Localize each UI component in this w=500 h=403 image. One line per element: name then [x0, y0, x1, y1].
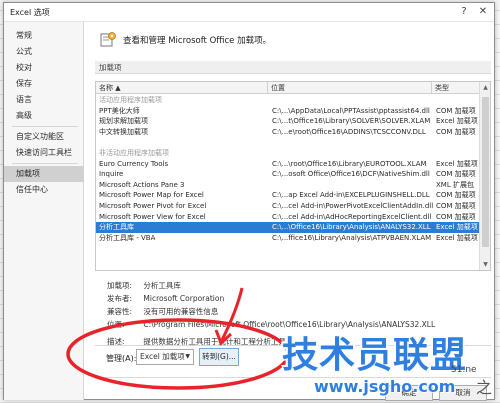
detail-addin: 加载项: 分析工具库	[107, 280, 181, 291]
addin-name-cell: PPT美化大师	[99, 106, 140, 115]
table-header: 名称 ▲ 位置 类型	[96, 82, 490, 94]
column-header-location[interactable]: 位置	[268, 82, 432, 94]
scroll-thumb[interactable]	[482, 97, 489, 247]
addin-name-cell: 活动应用程序加载项	[99, 96, 162, 104]
addin-location-cell: C:\...ffice16\Library\Analysis\ATPVBAEN.…	[272, 233, 432, 242]
manage-label: 管理(A):	[106, 354, 137, 363]
title-bar: Excel 选项 ? ✕	[4, 3, 494, 22]
table-row[interactable]: Microsoft Power Pivot for Excel C:\...cel…	[96, 201, 479, 211]
table-row[interactable]: Microsoft Power View for Excel C:\...cel …	[96, 212, 479, 222]
addin-location-cell: C:\...\AppData\Local\PPTAssist\pptassist…	[272, 106, 430, 115]
column-header-type[interactable]: 类型	[432, 82, 480, 94]
table-row[interactable]: 规划求解加载项 C:\...t\Office16\Library\SOLVER\S…	[96, 116, 479, 126]
detail-publisher: 发布者: Microsoft Corporation	[107, 293, 224, 304]
addin-name-cell: Microsoft Power Map for Excel	[99, 191, 204, 200]
watermark-home-text: 之家	[476, 378, 493, 403]
manage-selected-value: Excel 加载项	[140, 352, 185, 361]
addin-name-cell: 非活动应用程序加载项	[99, 149, 169, 157]
column-header-name[interactable]: 名称 ▲	[96, 82, 268, 94]
detail-label: 加载项:	[107, 281, 133, 290]
scroll-down-icon[interactable]: ▼	[480, 259, 490, 270]
addin-location-cell: C:\...\Office16\Library\Analysis\ANALYS3…	[272, 223, 431, 232]
detail-value: 没有可用的兼容性信息	[143, 307, 219, 316]
watermark-brand: 技术员联盟	[282, 335, 468, 376]
addin-type-cell: Excel 加载项	[436, 223, 478, 232]
table-scrollbar[interactable]: ▲ ▼	[479, 82, 490, 270]
addin-name-cell: Inquire	[99, 170, 124, 179]
sidebar-item-save[interactable]: 保存	[4, 76, 84, 92]
sidebar-item-formulas[interactable]: 公式	[4, 44, 84, 60]
detail-label: 兼容性:	[107, 307, 133, 316]
addin-type-cell: COM 加载项	[436, 127, 476, 136]
table-group-header	[96, 137, 479, 147]
addin-type-cell: Excel 加载项	[436, 159, 478, 168]
table-row[interactable]: PPT美化大师 C:\...\AppData\Local\PPTAssist\pp…	[96, 106, 479, 116]
addins-section-label: 加载项	[95, 61, 491, 74]
addin-type-cell: Excel 加载项	[436, 117, 478, 126]
manage-dropdown[interactable]: Excel 加载项 ▼	[136, 349, 194, 365]
addin-gear-icon	[100, 32, 116, 47]
addin-name-cell: 分析工具库	[99, 223, 134, 232]
sidebar-item-language[interactable]: 语言	[4, 92, 84, 108]
addin-location-cell: C:\...cel Add-in\AdHocReportingExcelClie…	[272, 212, 432, 221]
addin-location-cell: C:\...t\Office16\Library\SOLVER\SOLVER.X…	[272, 117, 431, 126]
watermark-url: www.jsgho.com	[314, 377, 456, 396]
sidebar-item-general[interactable]: 常规	[4, 28, 84, 44]
close-icon[interactable]: ✕	[475, 4, 491, 20]
table-row[interactable]: Inquire C:\...osoft Office\Office16\DCF\N…	[96, 169, 479, 179]
panel-heading: 查看和管理 Microsoft Office 加载项。	[123, 36, 272, 46]
sidebar-item-quick-access[interactable]: 快速访问工具栏	[4, 145, 84, 161]
addin-type-cell: Excel 加载项	[436, 233, 478, 242]
addin-name-cell: 规划求解加载项	[99, 117, 148, 126]
addin-type-cell: COM 加载项	[436, 170, 476, 179]
scroll-up-icon[interactable]: ▲	[480, 82, 490, 93]
table-row[interactable]: 分析工具库 - VBA C:\...ffice16\Library\Analysi…	[96, 233, 479, 243]
addin-type-cell: COM 加载项	[436, 212, 476, 221]
chevron-down-icon: ▼	[185, 353, 190, 360]
goto-button[interactable]: 转到(G)...	[199, 348, 239, 366]
sidebar-divider	[12, 126, 78, 127]
sidebar-item-proofing[interactable]: 校对	[4, 60, 84, 76]
sidebar-divider	[12, 163, 78, 164]
addin-location-cell: C:\...osoft Office\Office16\DCF\NativeSh…	[272, 170, 430, 179]
sidebar-item-addins[interactable]: 加载项	[4, 166, 84, 182]
addin-name-cell: 中文转换加载项	[99, 127, 148, 136]
sidebar-item-customize-ribbon[interactable]: 自定义功能区	[4, 129, 84, 145]
addin-location-cell: C:\...e\root\Office16\ADDINS\TCSCCONV.DL…	[272, 127, 426, 136]
addin-location-cell: C:\...\root\Office16\Library\EUROTOOL.XL…	[272, 159, 427, 168]
sidebar-item-trust-center[interactable]: 信任中心	[4, 182, 84, 198]
table-row[interactable]: Euro Currency Tools C:\...\root\Office16\…	[96, 159, 479, 169]
sidebar-item-advanced[interactable]: 高级	[4, 108, 84, 124]
addin-type-cell: XML 扩展包	[436, 180, 474, 189]
detail-compatibility: 兼容性: 没有可用的兼容性信息	[107, 306, 218, 317]
addin-location-cell: C:\...ap Excel Add-in\EXCELPLUGINSHELL.D…	[272, 191, 430, 200]
addin-name-cell: Microsoft Power View for Excel	[99, 212, 206, 221]
dialog-title: Excel 选项	[10, 8, 50, 17]
addins-table: 名称 ▲ 位置 类型 活动应用程序加载项 PPT美化大师 C:\...\AppDat…	[95, 81, 491, 271]
detail-value: Microsoft Corporation	[143, 294, 225, 303]
detail-label: 位置:	[107, 320, 125, 329]
watermark-small-text: 51.ne	[451, 365, 477, 375]
detail-value: 分析工具库	[143, 281, 181, 290]
table-row[interactable]: 中文转换加载项 C:\...e\root\Office16\ADDINS\TCSC…	[96, 127, 479, 137]
table-group-header: 非活动应用程序加载项	[96, 148, 479, 158]
options-sidebar: 常规 公式 校对 保存 语言 高级 自定义功能区 快速访问工具栏 加载项 信任中…	[4, 22, 84, 400]
addin-type-cell: COM 加载项	[436, 191, 476, 200]
help-icon[interactable]: ?	[456, 4, 472, 20]
table-row[interactable]: 分析工具库 C:\...\Office16\Library\Analysis\AN…	[96, 222, 479, 233]
addin-name-cell: Microsoft Actions Pane 3	[99, 180, 185, 189]
table-row[interactable]: Microsoft Power Map for Excel C:\...ap Ex…	[96, 190, 479, 200]
table-row[interactable]: Microsoft Actions Pane 3 XML 扩展包	[96, 180, 479, 190]
addin-name-cell: Microsoft Power Pivot for Excel	[99, 202, 207, 210]
table-group-header: 活动应用程序加载项	[96, 95, 479, 105]
addin-name-cell: 分析工具库 - VBA	[99, 233, 156, 242]
detail-label: 发布者:	[107, 294, 133, 303]
addin-type-cell: COM 加载项	[436, 106, 476, 115]
addin-type-cell: COM 加载项	[436, 202, 476, 210]
addin-name-cell: Euro Currency Tools	[99, 159, 169, 168]
addin-location-cell: C:\...cel Add-in\PowerPivotExcelClientAd…	[272, 202, 434, 210]
